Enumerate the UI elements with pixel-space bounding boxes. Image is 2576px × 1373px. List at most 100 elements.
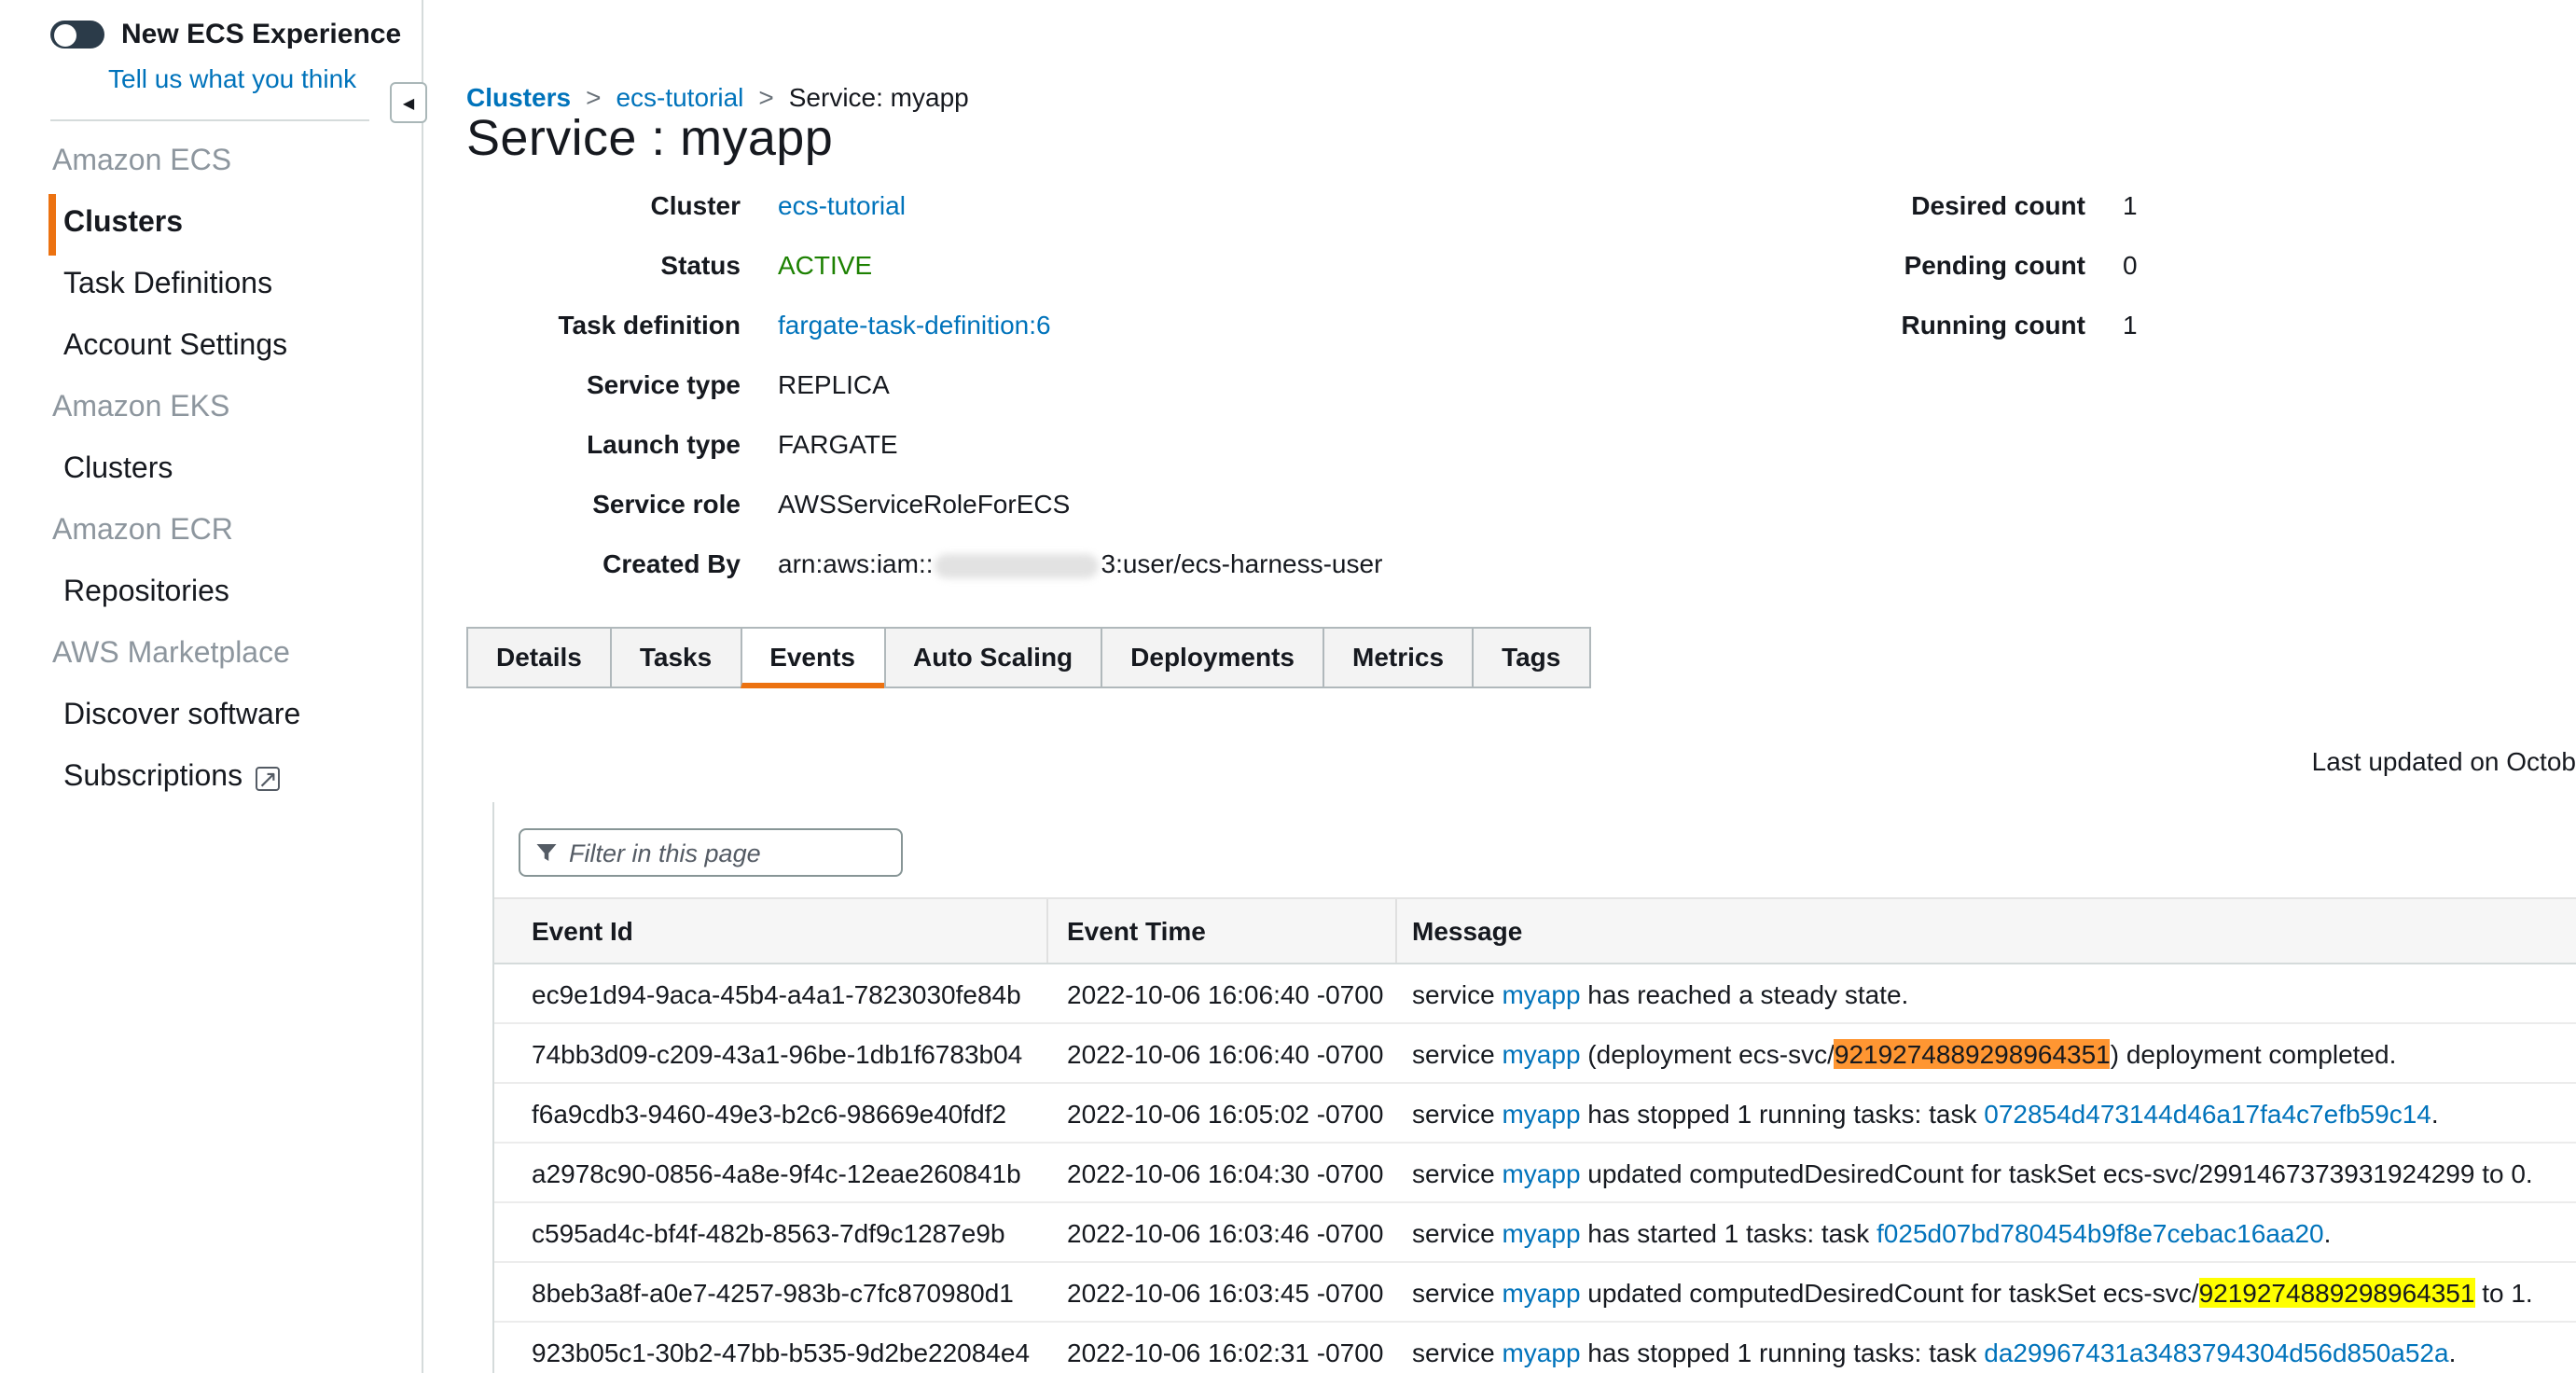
detail-row: Clusterecs-tutorial [466, 190, 2555, 250]
sidebar-item-task-definitions[interactable]: Task Definitions [48, 256, 422, 317]
message-link[interactable]: myapp [1502, 1098, 1580, 1128]
table-body: ec9e1d94-9aca-45b4-a4a1-7823030fe84b2022… [494, 964, 2576, 1373]
detail-value-cluster[interactable]: ecs-tutorial [778, 190, 906, 220]
breadcrumb-separator: > [586, 82, 601, 112]
sidebar-item-discover-software[interactable]: Discover software [48, 686, 422, 748]
message-link[interactable]: 072854d473144d46a17fa4c7efb59c14 [1984, 1098, 2431, 1128]
message-text: service [1412, 1158, 1502, 1187]
tab-deployments[interactable]: Deployments [1101, 627, 1324, 688]
message-link[interactable]: myapp [1502, 1038, 1580, 1068]
message-text: to 1. [2474, 1277, 2532, 1307]
main-content: Clusters>ecs-tutorial>Service: myapp Ser… [425, 0, 2576, 1373]
filter-input[interactable] [569, 839, 886, 867]
details-left: Clusterecs-tutorialStatusACTIVETask defi… [466, 190, 2555, 608]
event-message-cell: service myapp has stopped 1 running task… [1397, 1337, 2576, 1366]
sidebar-collapse-button[interactable]: ◀ [390, 82, 427, 123]
nav-section-aws-marketplace: AWS Marketplace [0, 625, 422, 686]
nav-section-amazon-ecr: Amazon ECR [0, 502, 422, 563]
toggle-knob [53, 23, 76, 46]
event-time-cell: 2022-10-06 16:03:46 -0700 [1048, 1217, 1397, 1247]
event-message-cell: service myapp has stopped 1 running task… [1397, 1098, 2576, 1128]
count-row: Desired count1 [1809, 190, 2138, 250]
sidebar-item-clusters[interactable]: Clusters [48, 440, 422, 502]
count-row: Pending count0 [1809, 250, 2138, 310]
breadcrumb-service-myapp: Service: myapp [789, 82, 969, 112]
event-time-cell: 2022-10-06 16:06:40 -0700 [1048, 1038, 1397, 1068]
message-text: has stopped 1 running tasks: task [1581, 1098, 1985, 1128]
sidebar-item-label: Subscriptions [63, 761, 242, 795]
tab-details[interactable]: Details [466, 627, 612, 688]
message-text: service [1412, 1038, 1502, 1068]
feedback-link[interactable]: Tell us what you think [108, 63, 356, 93]
sidebar-item-label: Account Settings [63, 330, 287, 364]
service-details: Clusterecs-tutorialStatusACTIVETask defi… [466, 190, 2555, 608]
tab-auto-scaling[interactable]: Auto Scaling [883, 627, 1102, 688]
detail-row: Service typeREPLICA [466, 369, 2555, 429]
page-title: Service : myapp [466, 110, 833, 168]
message-link[interactable]: da29967431a3483794304d56d850a52a [1984, 1337, 2448, 1366]
event-time-cell: 2022-10-06 16:03:45 -0700 [1048, 1277, 1397, 1307]
event-time-cell: 2022-10-06 16:06:40 -0700 [1048, 978, 1397, 1008]
table-row: a2978c90-0856-4a8e-9f4c-12eae260841b2022… [494, 1144, 2576, 1203]
detail-label-pending-count: Pending count [1809, 250, 2085, 280]
event-id-cell: 923b05c1-30b2-47bb-b535-9d2be22084e4 [494, 1337, 1048, 1366]
count-row: Running count1 [1809, 310, 2138, 369]
detail-row: StatusACTIVE [466, 250, 2555, 310]
new-experience-row: New ECS Experience [0, 0, 422, 50]
tab-events[interactable]: Events [740, 627, 885, 688]
detail-value-task-definition[interactable]: fargate-task-definition:6 [778, 310, 1051, 340]
sidebar-item-repositories[interactable]: Repositories [48, 563, 422, 625]
detail-value-running-count: 1 [2123, 310, 2138, 340]
event-id-cell: f6a9cdb3-9460-49e3-b2c6-98669e40fdf2 [494, 1098, 1048, 1128]
event-id-cell: c595ad4c-bf4f-482b-8563-7df9c1287e9b [494, 1217, 1048, 1247]
breadcrumb-clusters[interactable]: Clusters [466, 82, 571, 112]
message-text: has started 1 tasks: task [1581, 1217, 1877, 1247]
sidebar-item-subscriptions[interactable]: Subscriptions↗ [48, 748, 422, 810]
event-id-cell: 8beb3a8f-a0e7-4257-983b-c7fc870980d1 [494, 1277, 1048, 1307]
tab-tasks[interactable]: Tasks [610, 627, 741, 688]
breadcrumb: Clusters>ecs-tutorial>Service: myapp [466, 82, 969, 112]
app-root: New ECS Experience Tell us what you thin… [0, 0, 2576, 1373]
sidebar: New ECS Experience Tell us what you thin… [0, 0, 423, 1373]
event-time-cell: 2022-10-06 16:05:02 -0700 [1048, 1098, 1397, 1128]
event-id-cell: 74bb3d09-c209-43a1-96be-1db1f6783b04 [494, 1038, 1048, 1068]
redacted-account-id [935, 554, 1100, 578]
sidebar-item-clusters[interactable]: Clusters [48, 194, 422, 256]
detail-label-launch-type: Launch type [466, 429, 741, 459]
message-text: has reached a steady state. [1581, 978, 1909, 1008]
column-header-event-time: Event Time [1048, 899, 1397, 963]
message-text: service [1412, 1217, 1502, 1247]
new-ecs-experience-label: New ECS Experience [121, 19, 401, 50]
message-link[interactable]: myapp [1502, 978, 1580, 1008]
message-link[interactable]: myapp [1502, 1337, 1580, 1366]
message-link[interactable]: myapp [1502, 1217, 1580, 1247]
message-link[interactable]: myapp [1502, 1277, 1580, 1307]
detail-row: Created Byarn:aws:iam::3:user/ecs-harnes… [466, 548, 2555, 608]
message-text: updated computedDesiredCount for taskSet… [1581, 1158, 2533, 1187]
last-updated-text: Last updated on Octob [2312, 746, 2576, 776]
new-ecs-experience-toggle[interactable] [50, 21, 104, 49]
detail-row: Service roleAWSServiceRoleForECS [466, 489, 2555, 548]
sidebar-item-account-settings[interactable]: Account Settings [48, 317, 422, 379]
message-text: . [2324, 1217, 2332, 1247]
sidebar-item-label: Task Definitions [63, 269, 272, 302]
breadcrumb-ecs-tutorial[interactable]: ecs-tutorial [616, 82, 743, 112]
sidebar-item-label: Repositories [63, 576, 229, 610]
message-link[interactable]: f025d07bd780454b9f8e7cebac16aa20 [1877, 1217, 2324, 1247]
event-time-cell: 2022-10-06 16:02:31 -0700 [1048, 1337, 1397, 1366]
tab-tags[interactable]: Tags [1472, 627, 1590, 688]
event-time-cell: 2022-10-06 16:04:30 -0700 [1048, 1158, 1397, 1187]
table-row: c595ad4c-bf4f-482b-8563-7df9c1287e9b2022… [494, 1203, 2576, 1263]
event-message-cell: service myapp updated computedDesiredCou… [1397, 1158, 2576, 1187]
table-row: ec9e1d94-9aca-45b4-a4a1-7823030fe84b2022… [494, 964, 2576, 1024]
message-link[interactable]: myapp [1502, 1158, 1580, 1187]
message-text: service [1412, 978, 1502, 1008]
detail-label-service-role: Service role [466, 489, 741, 519]
message-text: service [1412, 1277, 1502, 1307]
detail-label-created-by: Created By [466, 548, 741, 578]
tab-metrics[interactable]: Metrics [1323, 627, 1474, 688]
message-text: service [1412, 1098, 1502, 1128]
column-header-event-id: Event Id [494, 899, 1048, 963]
tab-bar: DetailsTasksEventsAuto ScalingDeployment… [466, 627, 1590, 688]
message-text: . [2449, 1337, 2457, 1366]
